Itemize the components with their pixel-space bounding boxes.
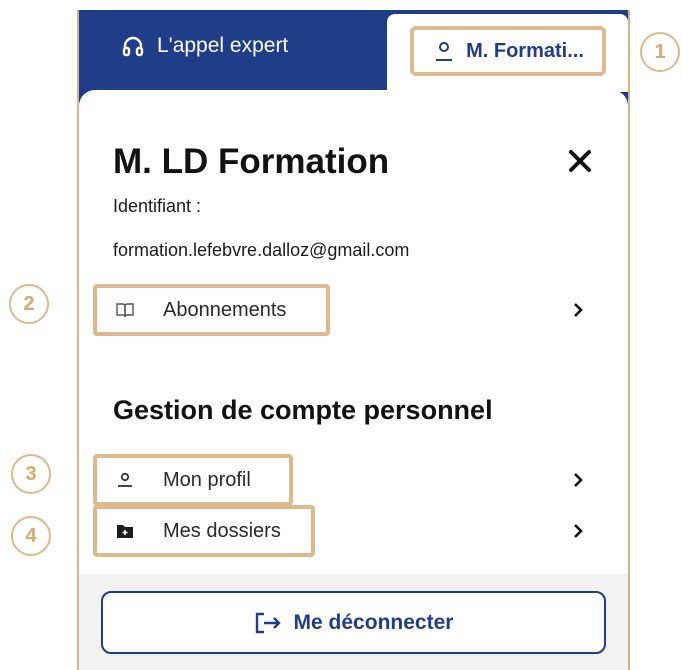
profile-label: Mon profil [163, 468, 251, 491]
profile-item[interactable]: Mon profil [93, 454, 293, 506]
close-icon [569, 150, 591, 172]
chevron-right-icon[interactable] [570, 302, 586, 318]
footer-area: Me déconnecter [79, 574, 628, 670]
expert-call-label: L'appel expert [157, 34, 289, 57]
logout-button[interactable]: Me déconnecter [101, 591, 606, 654]
account-name: M. LD Formation [113, 142, 390, 181]
annotation-badge-2: 2 [9, 284, 49, 324]
logout-icon [255, 612, 281, 633]
headset-icon [122, 36, 144, 57]
user-tab[interactable]: M. Formati... [387, 14, 628, 92]
user-icon [118, 472, 132, 487]
expert-call-link[interactable]: L'appel expert [121, 34, 288, 58]
logout-label: Me déconnecter [293, 610, 454, 634]
user-icon [436, 42, 453, 61]
folders-label: Mes dossiers [163, 519, 281, 542]
account-email: formation.lefebvre.dalloz@gmail.com [113, 240, 410, 260]
user-menu-button[interactable]: M. Formati... [410, 26, 606, 76]
user-menu-label: M. Formati... [466, 39, 584, 62]
folders-item[interactable]: Mes dossiers [93, 505, 315, 557]
annotation-badge-4: 4 [11, 516, 51, 556]
identifier-label: Identifiant : [113, 196, 202, 216]
chevron-right-icon[interactable] [570, 472, 586, 488]
top-navigation-bar: L'appel expert M. Formati... [79, 10, 628, 92]
folder-plus-icon [117, 525, 133, 538]
account-panel: M. LD Formation Identifiant : formation.… [79, 90, 628, 670]
annotation-badge-1: 1 [640, 32, 680, 72]
book-icon [116, 303, 134, 318]
subscriptions-label: Abonnements [163, 298, 287, 321]
annotation-badge-3: 3 [11, 454, 51, 494]
chevron-right-icon[interactable] [570, 523, 586, 539]
account-menu-frame: L'appel expert M. Formati... M. LD Forma… [77, 10, 630, 670]
personal-section-title: Gestion de compte personnel [113, 395, 493, 425]
close-button[interactable] [565, 146, 595, 176]
subscriptions-item[interactable]: Abonnements [93, 284, 330, 336]
